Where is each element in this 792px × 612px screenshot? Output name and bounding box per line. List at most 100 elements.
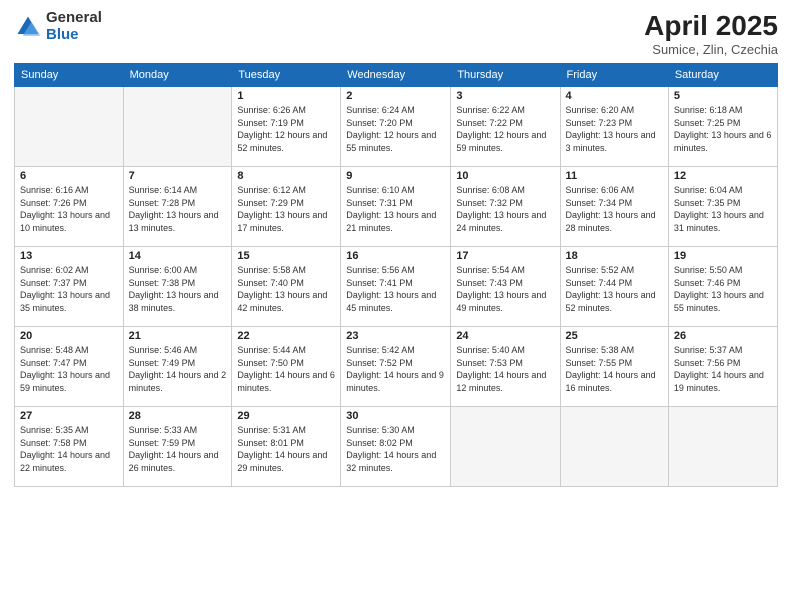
day-info: Sunrise: 5:35 AMSunset: 7:58 PMDaylight:…	[20, 424, 118, 474]
day-number: 16	[346, 250, 445, 262]
col-saturday: Saturday	[668, 64, 777, 87]
calendar-week-row: 6 Sunrise: 6:16 AMSunset: 7:26 PMDaylight…	[15, 167, 778, 247]
logo: General Blue	[14, 10, 102, 43]
calendar-cell: 23Sunrise: 5:42 AMSunset: 7:52 PMDayligh…	[341, 327, 451, 407]
calendar-cell: 1 Sunrise: 6:26 AMSunset: 7:19 PMDaylight…	[232, 87, 341, 167]
day-info: Sunrise: 6:02 AMSunset: 7:37 PMDaylight:…	[20, 264, 118, 314]
calendar-cell: 22 Sunrise: 5:44 AMSunset: 7:50 PMDayligh…	[232, 327, 341, 407]
title-block: April 2025 Sumice, Zlin, Czechia	[644, 10, 778, 57]
header: General Blue April 2025 Sumice, Zlin, Cz…	[14, 10, 778, 57]
day-number: 4	[566, 90, 663, 102]
day-info: Sunrise: 5:30 AMSunset: 8:02 PMDaylight:…	[346, 424, 445, 474]
calendar-header-row: Sunday Monday Tuesday Wednesday Thursday…	[15, 64, 778, 87]
day-info: Sunrise: 5:44 AMSunset: 7:50 PMDaylight:…	[237, 344, 335, 394]
day-number: 9	[346, 170, 445, 182]
title-location: Sumice, Zlin, Czechia	[644, 42, 778, 57]
calendar-week-row: 1 Sunrise: 6:26 AMSunset: 7:19 PMDaylight…	[15, 87, 778, 167]
day-info: Sunrise: 6:24 AMSunset: 7:20 PMDaylight:…	[346, 104, 445, 154]
day-info: Sunrise: 6:10 AMSunset: 7:31 PMDaylight:…	[346, 184, 445, 234]
day-info: Sunrise: 6:20 AMSunset: 7:23 PMDaylight:…	[566, 104, 663, 154]
day-info: Sunrise: 5:37 AMSunset: 7:56 PMDaylight:…	[674, 344, 772, 394]
calendar-week-row: 13Sunrise: 6:02 AMSunset: 7:37 PMDayligh…	[15, 247, 778, 327]
col-monday: Monday	[123, 64, 232, 87]
calendar-cell: 25Sunrise: 5:38 AMSunset: 7:55 PMDayligh…	[560, 327, 668, 407]
calendar-cell: 18 Sunrise: 5:52 AMSunset: 7:44 PMDayligh…	[560, 247, 668, 327]
day-number: 3	[456, 90, 554, 102]
day-info: Sunrise: 6:08 AMSunset: 7:32 PMDaylight:…	[456, 184, 554, 234]
day-info: Sunrise: 6:16 AMSunset: 7:26 PMDaylight:…	[20, 184, 118, 234]
day-info: Sunrise: 5:58 AMSunset: 7:40 PMDaylight:…	[237, 264, 335, 314]
calendar-cell: 17Sunrise: 5:54 AMSunset: 7:43 PMDayligh…	[451, 247, 560, 327]
day-number: 20	[20, 330, 118, 342]
day-info: Sunrise: 5:31 AMSunset: 8:01 PMDaylight:…	[237, 424, 335, 474]
day-number: 26	[674, 330, 772, 342]
calendar-cell	[123, 87, 232, 167]
day-number: 5	[674, 90, 772, 102]
calendar-cell: 4 Sunrise: 6:20 AMSunset: 7:23 PMDaylight…	[560, 87, 668, 167]
day-number: 18	[566, 250, 663, 262]
calendar-cell: 30 Sunrise: 5:30 AMSunset: 8:02 PMDayligh…	[341, 407, 451, 487]
day-number: 7	[129, 170, 227, 182]
day-number: 30	[346, 410, 445, 422]
day-info: Sunrise: 6:14 AMSunset: 7:28 PMDaylight:…	[129, 184, 227, 234]
day-info: Sunrise: 5:56 AMSunset: 7:41 PMDaylight:…	[346, 264, 445, 314]
calendar-cell: 28Sunrise: 5:33 AMSunset: 7:59 PMDayligh…	[123, 407, 232, 487]
page: General Blue April 2025 Sumice, Zlin, Cz…	[0, 0, 792, 612]
day-info: Sunrise: 6:12 AMSunset: 7:29 PMDaylight:…	[237, 184, 335, 234]
calendar-cell: 24Sunrise: 5:40 AMSunset: 7:53 PMDayligh…	[451, 327, 560, 407]
day-number: 21	[129, 330, 227, 342]
day-info: Sunrise: 5:48 AMSunset: 7:47 PMDaylight:…	[20, 344, 118, 394]
title-month: April 2025	[644, 10, 778, 42]
day-number: 1	[237, 90, 335, 102]
day-number: 27	[20, 410, 118, 422]
calendar-cell: 5Sunrise: 6:18 AMSunset: 7:25 PMDaylight…	[668, 87, 777, 167]
calendar-cell	[668, 407, 777, 487]
day-info: Sunrise: 5:52 AMSunset: 7:44 PMDaylight:…	[566, 264, 663, 314]
day-number: 28	[129, 410, 227, 422]
calendar-cell: 10Sunrise: 6:08 AMSunset: 7:32 PMDayligh…	[451, 167, 560, 247]
calendar-cell: 16 Sunrise: 5:56 AMSunset: 7:41 PMDayligh…	[341, 247, 451, 327]
day-number: 15	[237, 250, 335, 262]
calendar-week-row: 20 Sunrise: 5:48 AMSunset: 7:47 PMDayligh…	[15, 327, 778, 407]
calendar-cell: 11 Sunrise: 6:06 AMSunset: 7:34 PMDayligh…	[560, 167, 668, 247]
day-number: 19	[674, 250, 772, 262]
day-info: Sunrise: 5:46 AMSunset: 7:49 PMDaylight:…	[129, 344, 227, 394]
calendar-cell: 3 Sunrise: 6:22 AMSunset: 7:22 PMDaylight…	[451, 87, 560, 167]
day-number: 2	[346, 90, 445, 102]
day-number: 12	[674, 170, 772, 182]
day-number: 14	[129, 250, 227, 262]
calendar-cell: 20 Sunrise: 5:48 AMSunset: 7:47 PMDayligh…	[15, 327, 124, 407]
calendar-cell: 7 Sunrise: 6:14 AMSunset: 7:28 PMDaylight…	[123, 167, 232, 247]
calendar-cell: 14 Sunrise: 6:00 AMSunset: 7:38 PMDayligh…	[123, 247, 232, 327]
calendar-cell: 8Sunrise: 6:12 AMSunset: 7:29 PMDaylight…	[232, 167, 341, 247]
calendar-cell	[560, 407, 668, 487]
col-thursday: Thursday	[451, 64, 560, 87]
calendar: Sunday Monday Tuesday Wednesday Thursday…	[14, 63, 778, 487]
day-info: Sunrise: 5:42 AMSunset: 7:52 PMDaylight:…	[346, 344, 445, 394]
calendar-cell: 13Sunrise: 6:02 AMSunset: 7:37 PMDayligh…	[15, 247, 124, 327]
day-info: Sunrise: 5:50 AMSunset: 7:46 PMDaylight:…	[674, 264, 772, 314]
col-wednesday: Wednesday	[341, 64, 451, 87]
day-info: Sunrise: 6:26 AMSunset: 7:19 PMDaylight:…	[237, 104, 335, 154]
calendar-cell: 27 Sunrise: 5:35 AMSunset: 7:58 PMDayligh…	[15, 407, 124, 487]
logo-text: General Blue	[46, 10, 102, 43]
day-info: Sunrise: 5:54 AMSunset: 7:43 PMDaylight:…	[456, 264, 554, 314]
day-number: 22	[237, 330, 335, 342]
day-number: 6	[20, 170, 118, 182]
calendar-cell: 2 Sunrise: 6:24 AMSunset: 7:20 PMDaylight…	[341, 87, 451, 167]
calendar-cell: 15 Sunrise: 5:58 AMSunset: 7:40 PMDayligh…	[232, 247, 341, 327]
logo-blue-text: Blue	[46, 27, 102, 44]
day-info: Sunrise: 6:04 AMSunset: 7:35 PMDaylight:…	[674, 184, 772, 234]
day-info: Sunrise: 6:00 AMSunset: 7:38 PMDaylight:…	[129, 264, 227, 314]
day-number: 25	[566, 330, 663, 342]
day-info: Sunrise: 6:06 AMSunset: 7:34 PMDaylight:…	[566, 184, 663, 234]
col-friday: Friday	[560, 64, 668, 87]
day-info: Sunrise: 5:40 AMSunset: 7:53 PMDaylight:…	[456, 344, 554, 394]
day-number: 11	[566, 170, 663, 182]
calendar-cell	[15, 87, 124, 167]
day-number: 29	[237, 410, 335, 422]
calendar-week-row: 27 Sunrise: 5:35 AMSunset: 7:58 PMDayligh…	[15, 407, 778, 487]
calendar-cell: 12 Sunrise: 6:04 AMSunset: 7:35 PMDayligh…	[668, 167, 777, 247]
day-info: Sunrise: 6:22 AMSunset: 7:22 PMDaylight:…	[456, 104, 554, 154]
calendar-cell: 19 Sunrise: 5:50 AMSunset: 7:46 PMDayligh…	[668, 247, 777, 327]
